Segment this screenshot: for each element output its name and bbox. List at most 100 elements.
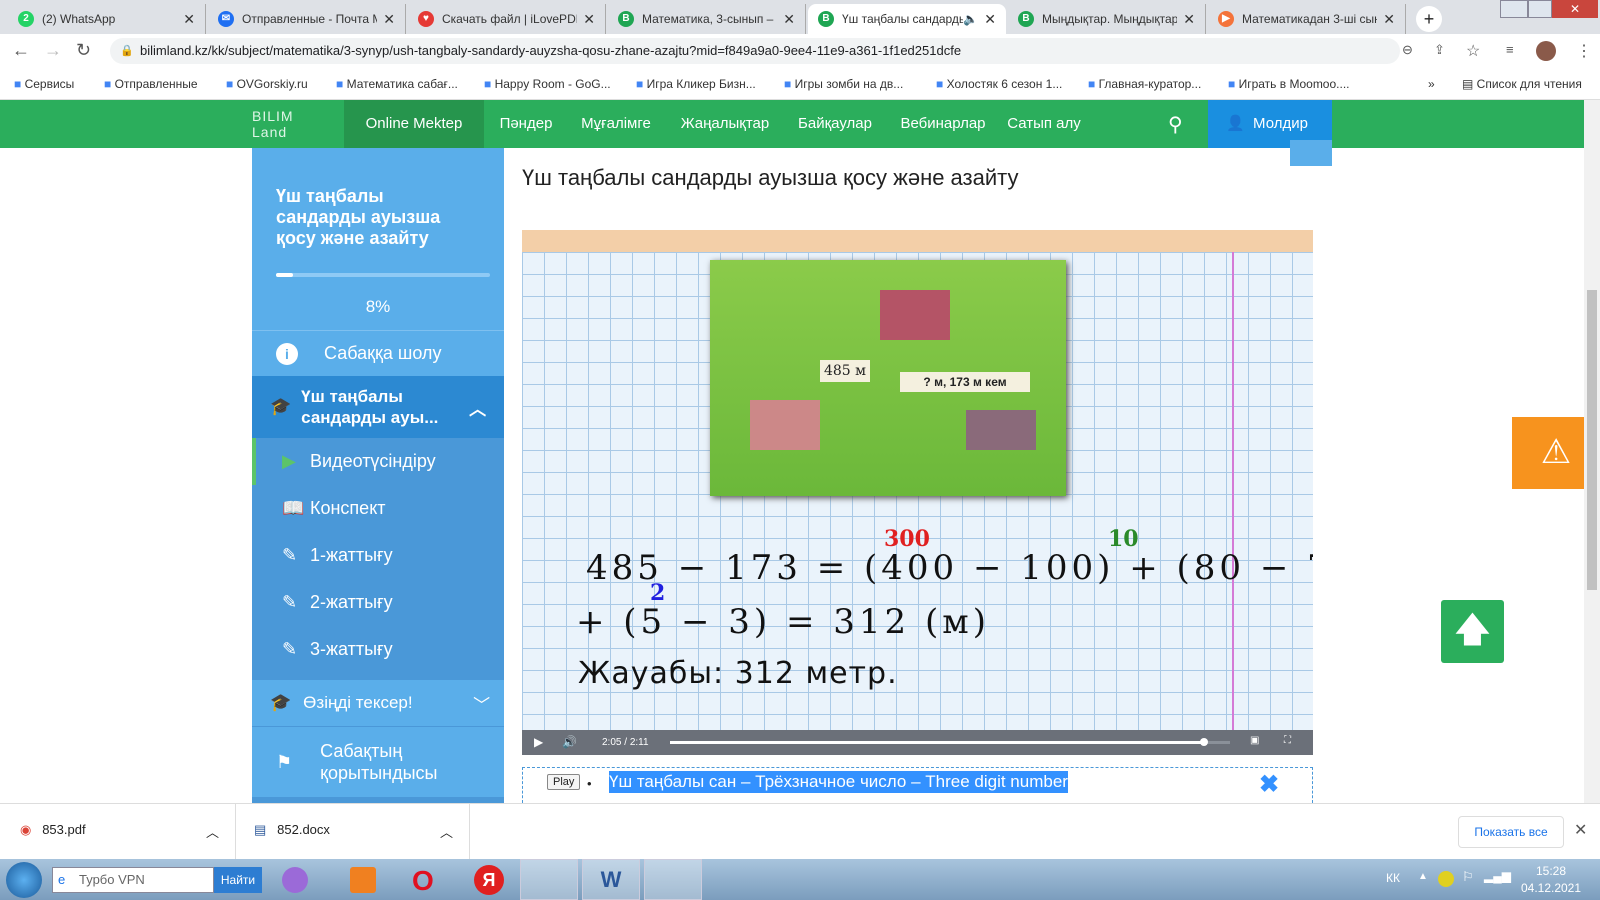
question-label: ? м, 173 м кем [900,372,1030,392]
media-player-icon[interactable] [350,867,376,893]
sidebar-overview[interactable]: i Сабаққа шолу [252,330,504,376]
nav-item[interactable]: Мұғалімге [567,100,665,148]
bookmark[interactable]: ■ Игра Кликер Бизн... [636,77,756,91]
margin-line [1232,252,1234,732]
close-icon[interactable]: ✖ [1259,770,1279,799]
bookmark[interactable]: ■ OVGorskiy.ru [226,77,308,91]
glossary-term[interactable]: Үш таңбалы сан – Трёхзначное число – Thr… [609,771,1068,793]
back-icon[interactable]: ← [12,40,30,61]
bookmark[interactable]: ■ Играть в Moomoo.... [1228,77,1350,91]
reload-icon[interactable]: ↻ [76,40,91,61]
tray-expand-icon[interactable]: ▲ [1418,871,1428,882]
video-player[interactable]: 485 м ? м, 173 м кем 300 10 2 485 − 173 … [522,230,1313,755]
close-tab-icon[interactable]: ✕ [984,11,996,28]
chrome-icon[interactable] [520,859,578,900]
close-tab-icon[interactable]: ✕ [383,11,395,28]
close-tab-icon[interactable]: ✕ [183,11,195,28]
bookmark[interactable]: ■ Игры зомби на дв... [784,77,903,91]
download-item[interactable]: ◉ 853.pdf ︿ [0,804,236,860]
bookmark[interactable]: ■ Холостяк 6 сезон 1... [936,77,1062,91]
new-tab-button[interactable]: + [1416,6,1442,32]
browser-tab[interactable]: 2 (2) WhatsApp ✕ [8,4,206,34]
profile-avatar[interactable] [1536,41,1556,61]
bookmark[interactable]: ■ Главная-куратор... [1088,77,1201,91]
sidebar-subitem[interactable]: ▶ Видеотүсіндіру [252,438,504,485]
download-item[interactable]: ▤ 852.docx ︿ [236,804,470,860]
opera-icon[interactable]: O [412,865,434,897]
bilimland-logo[interactable]: BILIM Land [252,108,322,140]
word-icon[interactable]: W [582,859,640,900]
tab-favicon-icon: B [1018,11,1034,27]
menu-icon[interactable]: ⋮ [1576,41,1592,61]
fullscreen-toggle[interactable] [1290,140,1332,166]
close-downloads-icon[interactable]: ✕ [1574,820,1587,840]
sidebar-self-check[interactable]: 🎓 Өзіңді тексер! ﹀ [252,680,504,726]
taskbar-search-button[interactable]: Найти [214,867,262,893]
scroll-top-button[interactable]: 🡅 [1441,600,1504,663]
nav-item[interactable]: Сатып алу [1001,100,1087,148]
bookmark[interactable]: ■ Сервисы [14,77,74,91]
sidebar-section-current[interactable]: 🎓 Үш таңбалы сандарды ауы... ︿ [252,376,504,438]
tab-favicon-icon: B [618,11,634,27]
browser-tab[interactable]: ✉Отправленные - Почта Mail.ru✕ [208,4,406,34]
word-doc-icon: ▤ [254,822,267,837]
sidebar-subitem[interactable]: 📖 Конспект [252,485,504,532]
seek-bar[interactable] [670,738,1230,746]
close-tab-icon[interactable]: ✕ [783,11,795,28]
seek-handle[interactable] [1200,738,1209,746]
browser-tab[interactable]: B Үш таңбалы сандарды 🔈 ✕ [808,4,1006,34]
zoom-icon[interactable]: ⊖ [1402,42,1413,58]
pip-icon[interactable]: ▣ [1250,735,1259,746]
more-bookmarks-icon[interactable]: » [1428,77,1435,91]
start-button[interactable] [6,862,42,898]
chevron-down-icon: ﹀ [473,695,491,715]
media-icon[interactable]: ≡ [1506,42,1514,57]
sidebar-subitem[interactable]: ✎ 3-жаттығу [252,626,504,673]
tab-favicon-icon: ✉ [218,11,234,27]
chrome-pdf-icon: ◉ [20,822,32,837]
reading-list[interactable]: ▤ Список для чтения [1462,77,1582,91]
share-icon[interactable]: ⇪ [1434,42,1445,58]
maximize-button[interactable] [1528,0,1552,18]
sidebar-summary[interactable]: ⚑ Сабақтың қорытындысы [252,727,504,797]
network-icon[interactable]: ▂▄▆ [1484,869,1511,883]
bookmark-icon: ■ [226,77,234,91]
close-tab-icon[interactable]: ✕ [583,11,595,28]
language-indicator[interactable]: КК [1386,871,1400,885]
sidebar-subitem[interactable]: ✎ 1-жаттығу [252,532,504,579]
nav-item[interactable]: Байқаулар [784,100,886,148]
nav-item[interactable]: Пәндер [486,100,566,148]
sidebar-subitem[interactable]: ✎ 2-жаттығу [252,579,504,626]
search-icon[interactable]: ⚲ [1168,112,1183,137]
tray-app-icon[interactable] [1438,871,1454,887]
nav-item[interactable]: Вебинарлар [887,100,999,148]
browser-tab[interactable]: ♥ Скачать файл | iLovePDF ✕ [408,4,606,34]
action-center-flag-icon[interactable]: ⚐ [1462,869,1474,885]
play-icon[interactable]: ▶ [534,735,543,749]
nav-item[interactable]: Жаңалықтар [667,100,783,148]
bookmark[interactable]: ■ Математика сабағ... [336,77,458,91]
close-tab-icon[interactable]: ✕ [1383,11,1395,28]
volume-icon[interactable]: 🔊 [562,735,577,749]
browser-tab[interactable]: B Мыңдықтар. Мыңдықтар ✕ [1008,4,1206,34]
yandex-icon[interactable]: Я [474,865,504,895]
nav-item[interactable]: Online Mektep [344,100,484,148]
page-scrollbar[interactable] [1584,100,1600,803]
scrollbar-thumb[interactable] [1587,290,1597,590]
forward-icon[interactable]: → [44,40,62,61]
app-icon[interactable] [282,867,308,893]
taskbar-search-input[interactable]: e Турбо VPN [52,867,214,893]
explorer-icon[interactable] [644,859,702,900]
show-all-button[interactable]: Показать все [1458,816,1564,848]
bookmark[interactable]: ■ Happy Room - GoG... [484,77,611,91]
fullscreen-icon[interactable]: ⛶ [1284,735,1291,746]
clock[interactable]: 15:28 04.12.2021 [1520,863,1582,897]
minimize-button[interactable] [1500,0,1528,18]
browser-tab[interactable]: ▶Математикадан 3-ші сынып✕ [1208,4,1406,34]
browser-tab[interactable]: BМатематика, 3-сынып – сабақ✕ [608,4,806,34]
url-input[interactable]: 🔒 bilimland.kz/kk/subject/matematika/3-sy… [110,38,1400,64]
close-window-button[interactable]: ✕ [1552,0,1598,18]
star-icon[interactable]: ☆ [1466,41,1480,61]
bookmark[interactable]: ■ Отправленные [104,77,198,91]
close-tab-icon[interactable]: ✕ [1183,11,1195,28]
